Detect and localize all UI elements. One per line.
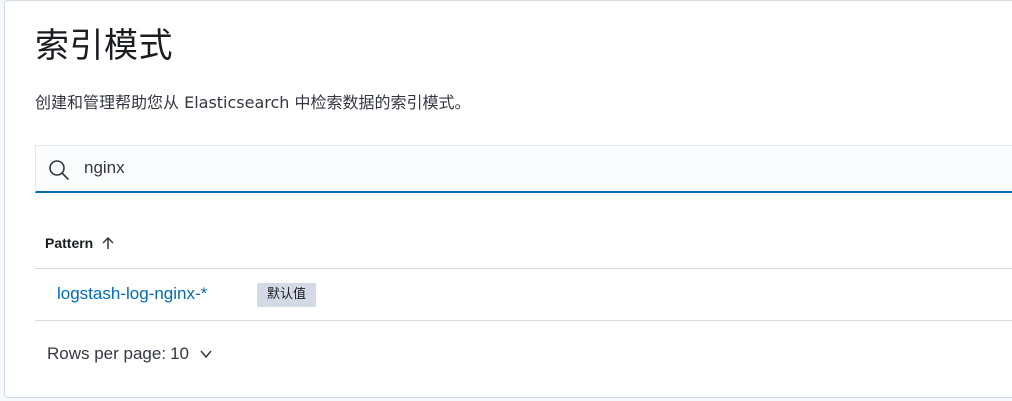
page-title: 索引模式 xyxy=(35,26,173,66)
page-subtitle: 创建和管理帮助您从 Elasticsearch 中检索数据的索引模式。 xyxy=(35,93,471,112)
table-header: Pattern xyxy=(35,223,1012,269)
search-icon xyxy=(49,160,69,180)
arrow-up-icon xyxy=(102,236,114,249)
index-patterns-panel: 索引模式 创建和管理帮助您从 Elasticsearch 中检索数据的索引模式。… xyxy=(4,0,1012,398)
rows-per-page-value: 10 xyxy=(170,344,189,363)
table-row: logstash-log-nginx-* 默认值 xyxy=(35,269,1012,321)
default-badge: 默认值 xyxy=(257,283,317,307)
column-header-label: Pattern xyxy=(45,235,94,251)
column-header-pattern[interactable]: Pattern xyxy=(45,235,115,251)
rows-per-page-label: Rows per page: xyxy=(47,344,167,363)
chevron-down-icon xyxy=(200,350,212,359)
rows-per-page-button[interactable]: Rows per page: 10 xyxy=(47,344,213,364)
search-input[interactable] xyxy=(84,146,984,190)
index-pattern-link[interactable]: logstash-log-nginx-* xyxy=(57,284,207,304)
search-box[interactable] xyxy=(35,145,1012,193)
